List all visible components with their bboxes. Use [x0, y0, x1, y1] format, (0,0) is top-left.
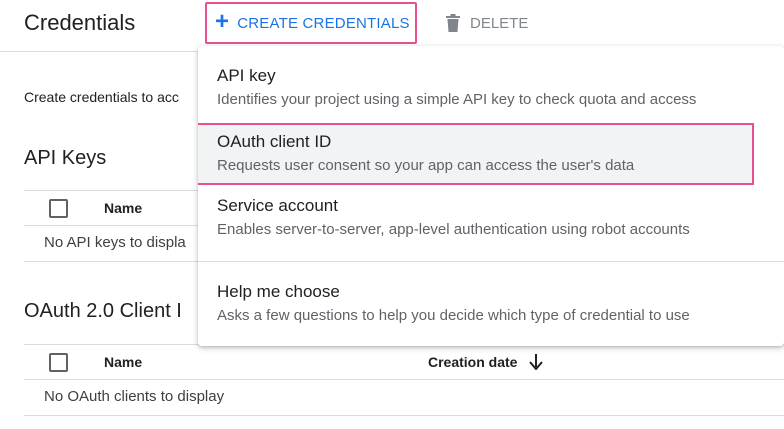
select-all-checkbox[interactable] — [49, 353, 68, 372]
table-header: Name Creation date — [24, 344, 784, 380]
empty-message: No API keys to displa — [44, 234, 186, 251]
column-name[interactable]: Name — [104, 354, 142, 370]
menu-item-oauth-client-id[interactable]: OAuth client ID Requests user consent so… — [198, 123, 754, 185]
menu-item-description: Asks a few questions to help you decide … — [217, 307, 690, 324]
menu-item-title: API key — [217, 66, 276, 85]
oauth-table: Name Creation date No OAuth clients to d… — [24, 344, 784, 416]
oauth-title: OAuth 2.0 Client I — [24, 300, 182, 322]
create-credentials-label: CREATE CREDENTIALS — [237, 14, 410, 32]
page-header: Credentials + CREATE CREDENTIALS DELETE — [0, 0, 784, 52]
plus-icon: + — [215, 8, 230, 35]
intro-text: Create credentials to acc — [24, 89, 179, 105]
column-creation-date-label: Creation date — [428, 354, 518, 370]
create-credentials-menu: API key Identifies your project using a … — [198, 46, 784, 346]
column-name[interactable]: Name — [104, 200, 142, 216]
page-title: Credentials — [24, 10, 136, 35]
arrow-down-icon — [529, 354, 544, 370]
create-credentials-button[interactable]: + CREATE CREDENTIALS — [205, 2, 417, 44]
menu-item-service-account[interactable]: Service account Enables server-to-server… — [198, 196, 754, 238]
menu-item-description: Enables server-to-server, app-level auth… — [217, 221, 690, 238]
menu-divider — [198, 261, 784, 262]
api-keys-title: API Keys — [24, 147, 107, 169]
credentials-page: Credentials + CREATE CREDENTIALS DELETE … — [0, 0, 784, 429]
empty-row: No OAuth clients to display — [24, 380, 784, 416]
delete-button[interactable]: DELETE — [446, 10, 528, 36]
menu-item-description: Identifies your project using a simple A… — [217, 91, 697, 108]
empty-message: No OAuth clients to display — [44, 388, 225, 405]
select-all-checkbox[interactable] — [49, 199, 68, 218]
trash-icon — [446, 14, 460, 32]
column-creation-date[interactable]: Creation date — [428, 354, 544, 370]
menu-item-description: Requests user consent so your app can ac… — [217, 157, 635, 174]
menu-item-title: OAuth client ID — [217, 132, 332, 151]
menu-item-title: Service account — [217, 196, 338, 215]
menu-item-title: Help me choose — [217, 282, 340, 301]
menu-item-api-key[interactable]: API key Identifies your project using a … — [198, 66, 754, 108]
menu-item-help-me-choose[interactable]: Help me choose Asks a few questions to h… — [198, 282, 754, 324]
delete-label: DELETE — [470, 14, 529, 32]
